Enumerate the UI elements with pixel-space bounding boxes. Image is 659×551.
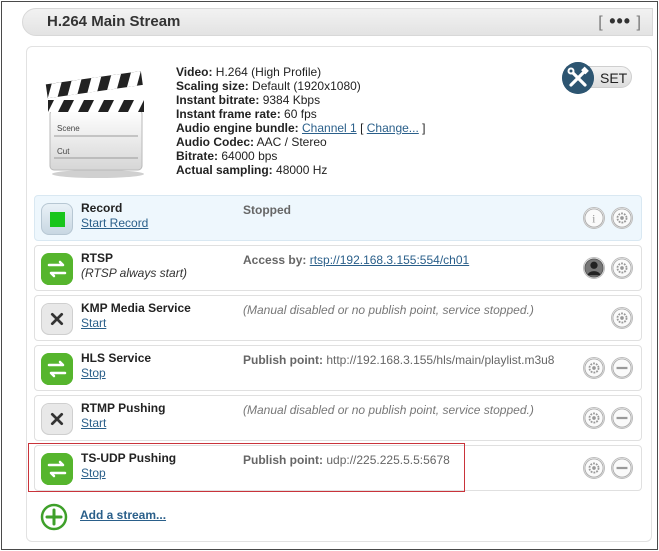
stream-menu-button[interactable]: [ ••• ]	[598, 11, 642, 32]
add-stream-link: Add a stream...	[80, 508, 167, 522]
service-status: Access by: rtsp://192.168.3.155:554/ch01	[243, 253, 470, 267]
record-icon[interactable]	[41, 203, 73, 235]
rtsp-url-link[interactable]: rtsp://192.168.3.155:554/ch01	[310, 253, 469, 267]
switch-arrows-icon[interactable]	[41, 253, 73, 285]
start-link[interactable]: Start	[81, 416, 106, 430]
tools-icon	[562, 62, 594, 94]
clapper-cut-text: Cut	[57, 147, 70, 156]
info-audio-bundle: Audio engine bundle: Channel 1 [ Change.…	[176, 121, 426, 135]
minus-icon[interactable]	[611, 457, 633, 479]
gear-icon[interactable]	[611, 257, 633, 279]
start-record-link[interactable]: Start Record	[81, 216, 148, 230]
service-row-record: Record Start Record Stopped i	[34, 195, 642, 241]
clapper-scene-text: Scene	[57, 124, 80, 133]
service-status: Publish point: http://192.168.3.155/hls/…	[243, 353, 555, 367]
info-sampling: Actual sampling: 48000 Hz	[176, 163, 328, 177]
start-link[interactable]: Start	[81, 316, 106, 330]
audio-channel-link[interactable]: Channel 1	[302, 121, 357, 135]
clapperboard-icon: Scene Cut	[45, 71, 144, 178]
record-square-icon	[50, 212, 65, 227]
add-stream-button[interactable]: Add a stream...	[40, 503, 180, 531]
highlight-box	[28, 443, 465, 492]
info-icon[interactable]: i	[583, 207, 605, 229]
switch-arrows-icon[interactable]	[41, 353, 73, 385]
service-row-kmp: KMP Media Service Start (Manual disabled…	[34, 295, 642, 341]
menu-bracket-close: ]	[636, 14, 642, 31]
stream-title: H.264 Main Stream	[47, 13, 181, 30]
gear-icon[interactable]	[611, 307, 633, 329]
gear-icon[interactable]	[611, 207, 633, 229]
gear-icon[interactable]	[583, 457, 605, 479]
info-video: Video: H.264 (High Profile)	[176, 65, 322, 79]
info-audio-codec: Audio Codec: AAC / Stereo	[176, 135, 327, 149]
info-scaling: Scaling size: Default (1920x1080)	[176, 79, 361, 93]
service-row-rtmp: RTMP Pushing Start (Manual disabled or n…	[34, 395, 642, 441]
service-row-hls: HLS Service Stop Publish point: http://1…	[34, 345, 642, 391]
service-status: (Manual disabled or no publish point, se…	[243, 303, 534, 317]
service-name: RTMP Pushing	[81, 401, 166, 415]
stopped-x-icon[interactable]	[41, 303, 73, 335]
minus-icon[interactable]	[611, 357, 633, 379]
set-label: SET	[600, 70, 628, 86]
change-audio-link[interactable]: Change...	[367, 121, 419, 135]
gear-icon[interactable]	[583, 407, 605, 429]
info-audio-bitrate: Bitrate: 64000 bps	[176, 149, 278, 163]
info-bitrate: Instant bitrate: 9384 Kbps	[176, 93, 321, 107]
minus-icon[interactable]	[611, 407, 633, 429]
plus-circle-icon	[40, 503, 68, 531]
service-name: KMP Media Service	[81, 301, 191, 315]
more-options-icon: •••	[609, 11, 632, 31]
service-status: (Manual disabled or no publish point, se…	[243, 403, 534, 417]
menu-bracket-open: [	[598, 14, 604, 31]
service-name: Record	[81, 201, 123, 215]
info-framerate: Instant frame rate: 60 fps	[176, 107, 317, 121]
stopped-x-icon[interactable]	[41, 403, 73, 435]
stream-info: Video: H.264 (High Profile) Scaling size…	[176, 65, 425, 177]
service-subtitle: (RTSP always start)	[81, 266, 188, 280]
stream-header: H.264 Main Stream [ ••• ]	[22, 8, 653, 36]
stop-link[interactable]: Stop	[81, 366, 106, 380]
service-status: Stopped	[243, 203, 291, 217]
service-name: HLS Service	[81, 351, 152, 365]
user-icon[interactable]	[583, 257, 605, 279]
set-button[interactable]: SET	[562, 62, 634, 94]
gear-icon[interactable]	[583, 357, 605, 379]
service-name: RTSP	[81, 251, 114, 265]
service-row-rtsp: RTSP (RTSP always start) Access by: rtsp…	[34, 245, 642, 291]
